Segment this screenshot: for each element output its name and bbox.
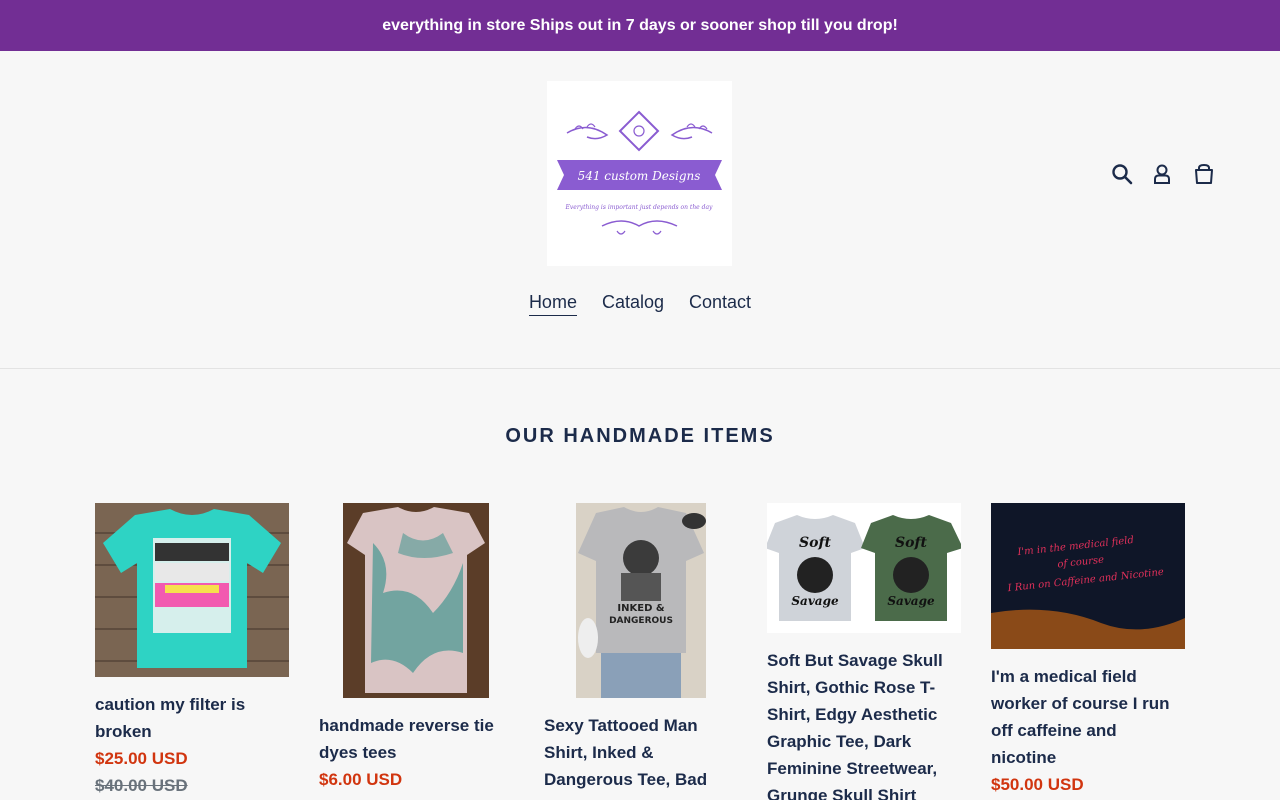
product-image[interactable]: Soft Savage Soft Savage	[767, 503, 961, 633]
product-image[interactable]: I'm in the medical field of course I Run…	[991, 503, 1185, 649]
product-image[interactable]	[95, 503, 289, 677]
search-icon[interactable]	[1108, 160, 1136, 188]
main-nav: Home Catalog Contact	[0, 292, 1280, 316]
product-image[interactable]: INKED & DANGEROUS	[544, 503, 738, 698]
product-image[interactable]	[319, 503, 513, 698]
svg-text:Soft: Soft	[895, 535, 927, 551]
product-title[interactable]: Sexy Tattooed Man Shirt, Inked & Dangero…	[544, 712, 738, 793]
nav-home[interactable]: Home	[528, 292, 577, 316]
svg-text:Savage: Savage	[791, 594, 839, 608]
announcement-text: everything in store Ships out in 7 days …	[382, 16, 898, 34]
product-title[interactable]: Soft But Savage Skull Shirt, Gothic Rose…	[767, 647, 961, 800]
product-title[interactable]: handmade reverse tie dyes tees	[319, 712, 513, 766]
logo-brand-text: 541 custom Designs	[578, 169, 701, 183]
logo-graphic: 541 custom Designs Everything is importa…	[547, 81, 732, 266]
header-divider	[0, 368, 1280, 369]
nav-contact[interactable]: Contact	[689, 292, 751, 316]
cart-icon[interactable]	[1190, 160, 1218, 188]
product-sale-price: $25.00 USD	[95, 749, 188, 768]
section-title: OUR HANDMADE ITEMS	[505, 425, 775, 447]
product-card[interactable]: handmade reverse tie dyes tees $6.00 USD	[319, 503, 513, 793]
announcement-bar: everything in store Ships out in 7 days …	[0, 0, 1280, 51]
product-sale-price: $50.00 USD	[991, 775, 1084, 794]
product-card[interactable]: I'm in the medical field of course I Run…	[991, 503, 1185, 798]
product-card[interactable]: INKED & DANGEROUS Sexy Tattooed Man Shir…	[544, 503, 738, 793]
svg-text:Savage: Savage	[887, 594, 935, 608]
store-logo[interactable]: 541 custom Designs Everything is importa…	[547, 81, 732, 266]
product-card[interactable]: Soft Savage Soft Savage Soft But Savage …	[767, 503, 961, 800]
nav-catalog[interactable]: Catalog	[602, 292, 664, 316]
logo-tagline-text: Everything is important just depends on …	[565, 204, 714, 211]
product-compare-price: $40.00 USD	[95, 776, 188, 795]
product-title[interactable]: caution my filter is broken	[95, 691, 289, 745]
product-card[interactable]: caution my filter is broken $25.00 USD $…	[95, 503, 289, 799]
svg-text:INKED &: INKED &	[617, 603, 664, 614]
account-icon[interactable]	[1148, 160, 1176, 188]
product-title[interactable]: I'm a medical field worker of course I r…	[991, 663, 1185, 771]
product-sale-price: $6.00 USD	[319, 770, 403, 789]
svg-text:Soft: Soft	[799, 535, 831, 551]
svg-text:DANGEROUS: DANGEROUS	[609, 616, 673, 626]
